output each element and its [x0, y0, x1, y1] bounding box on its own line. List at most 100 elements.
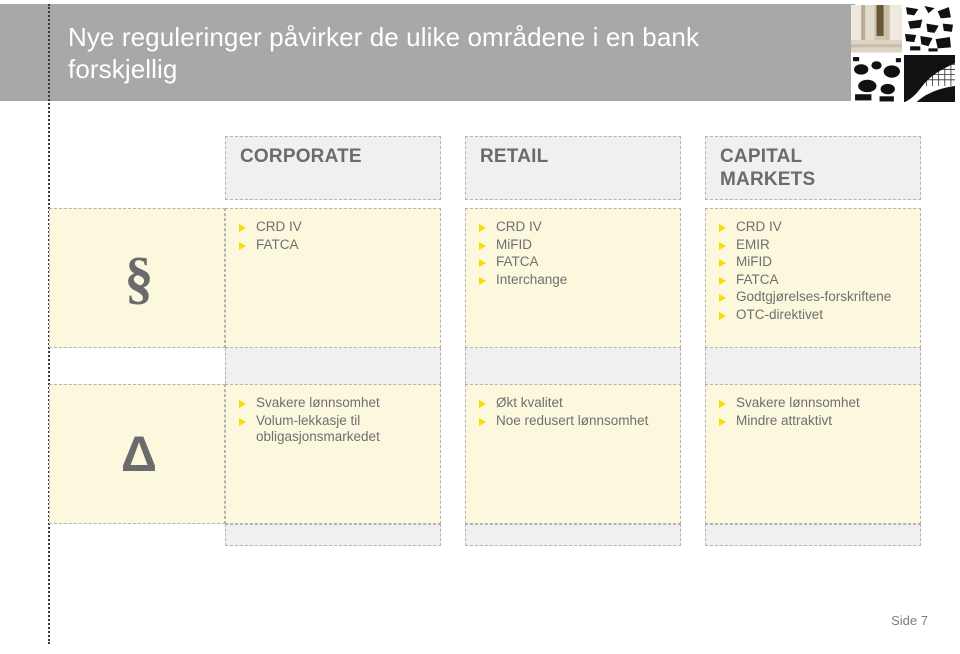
triangle-bullet-icon: [719, 276, 726, 285]
collage-image-ink-splatter: [851, 54, 902, 102]
regulation-matrix: CORPORATE RETAIL CAPITAL MARKETS § CRD I…: [49, 136, 921, 546]
triangle-bullet-icon: [719, 259, 726, 267]
spacer-gutter-1b: [681, 348, 705, 384]
row-icon-cell-effects: Δ: [49, 384, 225, 524]
collage-image-columns: [851, 5, 902, 53]
triangle-bullet-icon: [239, 417, 246, 426]
list-item: Interchange: [479, 272, 674, 289]
list-item-label: FATCA: [496, 254, 539, 269]
column-header-corporate: CORPORATE: [225, 136, 441, 200]
list-item-label: Noe redusert lønnsomhet: [496, 412, 649, 428]
gutter-row3-2: [681, 524, 705, 546]
header-image-collage: [851, 5, 955, 102]
list-item: FATCA: [239, 237, 434, 254]
spacer-icon-1: [49, 348, 225, 384]
list-item: Mindre attraktivt: [719, 413, 914, 430]
bullet-list-capital-markets-regulations: CRD IV EMIR MiFID FATCA Godtgjørelses-fo…: [719, 219, 914, 324]
list-item-label: OTC-direktivet: [736, 306, 824, 322]
triangle-bullet-icon: [239, 400, 246, 408]
list-item-label: Økt kvalitet: [496, 395, 563, 410]
gutter-row3-1: [441, 524, 465, 546]
gutter-header-2: [681, 136, 705, 200]
cell-capital-markets-empty: [705, 524, 921, 546]
slide-root: Nye reguleringer påvirker de ulike områd…: [0, 0, 960, 654]
triangle-bullet-icon: [479, 241, 486, 250]
triangle-bullet-icon: [479, 417, 486, 426]
list-item: Volum-lekkasje til obligasjonsmarkedet: [239, 413, 434, 446]
triangle-bullet-icon: [239, 241, 246, 250]
gutter-row1-1: [441, 208, 465, 348]
list-item-label: FATCA: [736, 271, 779, 287]
list-item-label: Godtgjørelses-forskriftene: [736, 289, 892, 304]
triangle-bullet-icon: [719, 241, 726, 250]
triangle-bullet-icon: [719, 294, 726, 302]
column-header-label-retail: RETAIL: [480, 146, 549, 167]
list-item-label: MiFID: [496, 236, 532, 252]
page-number: Side 7: [891, 613, 928, 628]
collage-image-grid-curve: [904, 54, 955, 102]
list-item-label: Volum-lekkasje til obligasjonsmarkedet: [256, 412, 380, 445]
slide-header-band: Nye reguleringer påvirker de ulike områd…: [0, 4, 855, 101]
matrix-corner-cell: [49, 136, 225, 200]
triangle-bullet-icon: [479, 224, 486, 232]
list-item-label: FATCA: [256, 236, 299, 252]
gutter-row2-1: [441, 384, 465, 524]
cell-corporate-effects: Svakere lønnsomhet Volum-lekkasje til ob…: [225, 384, 441, 524]
cell-corporate-empty: [225, 524, 441, 546]
list-item: FATCA: [479, 254, 674, 271]
list-item: Svakere lønnsomhet: [719, 395, 914, 412]
list-item: OTC-direktivet: [719, 307, 914, 324]
bullet-list-retail-regulations: CRD IV MiFID FATCA Interchange: [479, 219, 674, 289]
list-item: CRD IV: [239, 219, 434, 236]
paragraph-symbol: §: [124, 245, 154, 310]
cell-retail-effects: Økt kvalitet Noe redusert lønnsomhet: [465, 384, 681, 524]
column-header-retail: RETAIL: [465, 136, 681, 200]
triangle-bullet-icon: [239, 224, 246, 232]
bullet-list-retail-effects: Økt kvalitet Noe redusert lønnsomhet: [479, 395, 674, 430]
list-item-label: CRD IV: [736, 219, 782, 234]
collage-image-abstract-ink: [904, 5, 955, 53]
list-item: EMIR: [719, 237, 914, 254]
spacer-gutter-1a: [441, 348, 465, 384]
gutter-row1-2: [681, 208, 705, 348]
triangle-bullet-icon: [479, 276, 486, 285]
list-item-label: EMIR: [736, 236, 770, 252]
list-item: Økt kvalitet: [479, 395, 674, 412]
list-item: FATCA: [719, 272, 914, 289]
list-item: Noe redusert lønnsomhet: [479, 413, 674, 430]
delta-symbol: Δ: [121, 426, 157, 482]
list-item-label: CRD IV: [496, 219, 542, 234]
cell-retail-regulations: CRD IV MiFID FATCA Interchange: [465, 208, 681, 348]
list-item: CRD IV: [479, 219, 674, 236]
bullet-list-corporate-regulations: CRD IV FATCA: [239, 219, 434, 254]
column-header-label-capital-markets: CAPITAL MARKETS: [720, 146, 816, 190]
bullet-list-corporate-effects: Svakere lønnsomhet Volum-lekkasje til ob…: [239, 395, 434, 447]
list-item-label: CRD IV: [256, 219, 302, 234]
gutter-row2-2: [681, 384, 705, 524]
cell-corporate-regulations: CRD IV FATCA: [225, 208, 441, 348]
row-icon-cell-regulations: §: [49, 208, 225, 348]
spacer-retail-1: [465, 348, 681, 384]
spacer-capital-markets-1: [705, 348, 921, 384]
triangle-bullet-icon: [719, 224, 726, 232]
list-item-label: MiFID: [736, 254, 772, 269]
cell-capital-markets-regulations: CRD IV EMIR MiFID FATCA Godtgjørelses-fo…: [705, 208, 921, 348]
cell-capital-markets-effects: Svakere lønnsomhet Mindre attraktivt: [705, 384, 921, 524]
list-item: CRD IV: [719, 219, 914, 236]
list-item-label: Interchange: [496, 271, 568, 287]
triangle-bullet-icon: [719, 417, 726, 426]
column-header-label-corporate: CORPORATE: [240, 146, 362, 167]
row-icon-cell-empty: [49, 524, 225, 546]
page-title: Nye reguleringer påvirker de ulike områd…: [68, 22, 700, 84]
column-header-capital-markets: CAPITAL MARKETS: [705, 136, 921, 200]
gutter-header-1: [441, 136, 465, 200]
cell-retail-empty: [465, 524, 681, 546]
list-item: MiFID: [479, 237, 674, 254]
triangle-bullet-icon: [479, 259, 486, 267]
triangle-bullet-icon: [719, 311, 726, 320]
list-item-label: Mindre attraktivt: [736, 412, 833, 428]
triangle-bullet-icon: [479, 400, 486, 408]
list-item: Svakere lønnsomhet: [239, 395, 434, 412]
list-item: Godtgjørelses-forskriftene: [719, 289, 914, 306]
spacer-corporate-1: [225, 348, 441, 384]
